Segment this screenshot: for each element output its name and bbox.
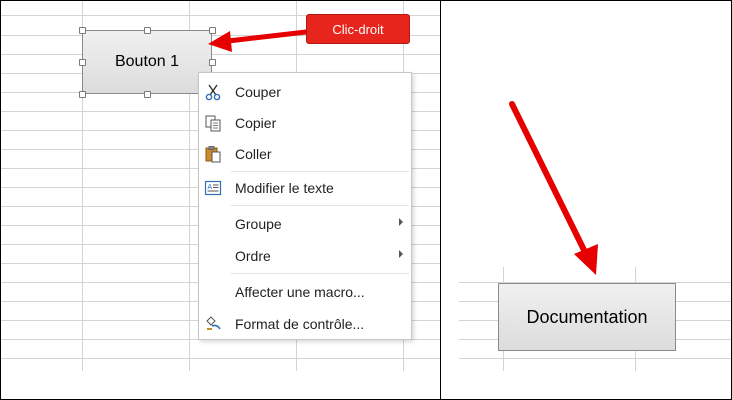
documentation-button[interactable]: Documentation	[498, 283, 676, 351]
documentation-arrow	[509, 101, 598, 275]
documentation-button-label: Documentation	[526, 306, 648, 327]
callout-label: Clic-droit	[332, 21, 384, 37]
clic-droit-callout: Clic-droit	[306, 14, 410, 44]
callout-arrow	[208, 29, 309, 52]
